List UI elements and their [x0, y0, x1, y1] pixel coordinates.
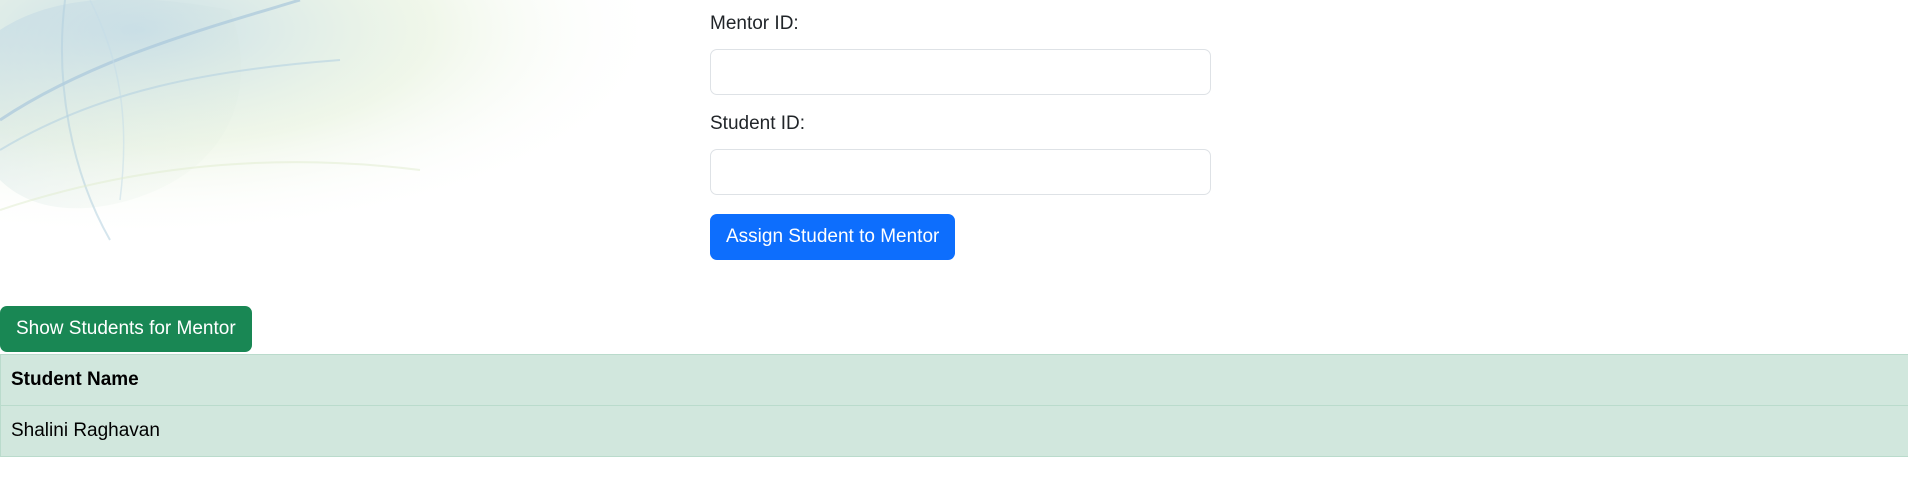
- leaf-background-art: [0, 0, 760, 300]
- students-table: Student Name Shalini Raghavan: [0, 354, 1908, 457]
- student-name-header: Student Name: [0, 354, 1908, 406]
- table-header-row: Student Name: [0, 354, 1908, 406]
- students-table-body: Shalini Raghavan: [0, 405, 1908, 457]
- student-id-label: Student ID:: [710, 113, 806, 134]
- student-id-input[interactable]: [710, 149, 1211, 195]
- assign-student-button[interactable]: Assign Student to Mentor: [710, 214, 956, 260]
- show-students-button[interactable]: Show Students for Mentor: [0, 306, 252, 352]
- mentor-id-input[interactable]: [710, 49, 1211, 95]
- mentor-id-label: Mentor ID:: [710, 13, 799, 34]
- student-name-cell: Shalini Raghavan: [0, 405, 1908, 457]
- table-row: Shalini Raghavan: [0, 405, 1908, 457]
